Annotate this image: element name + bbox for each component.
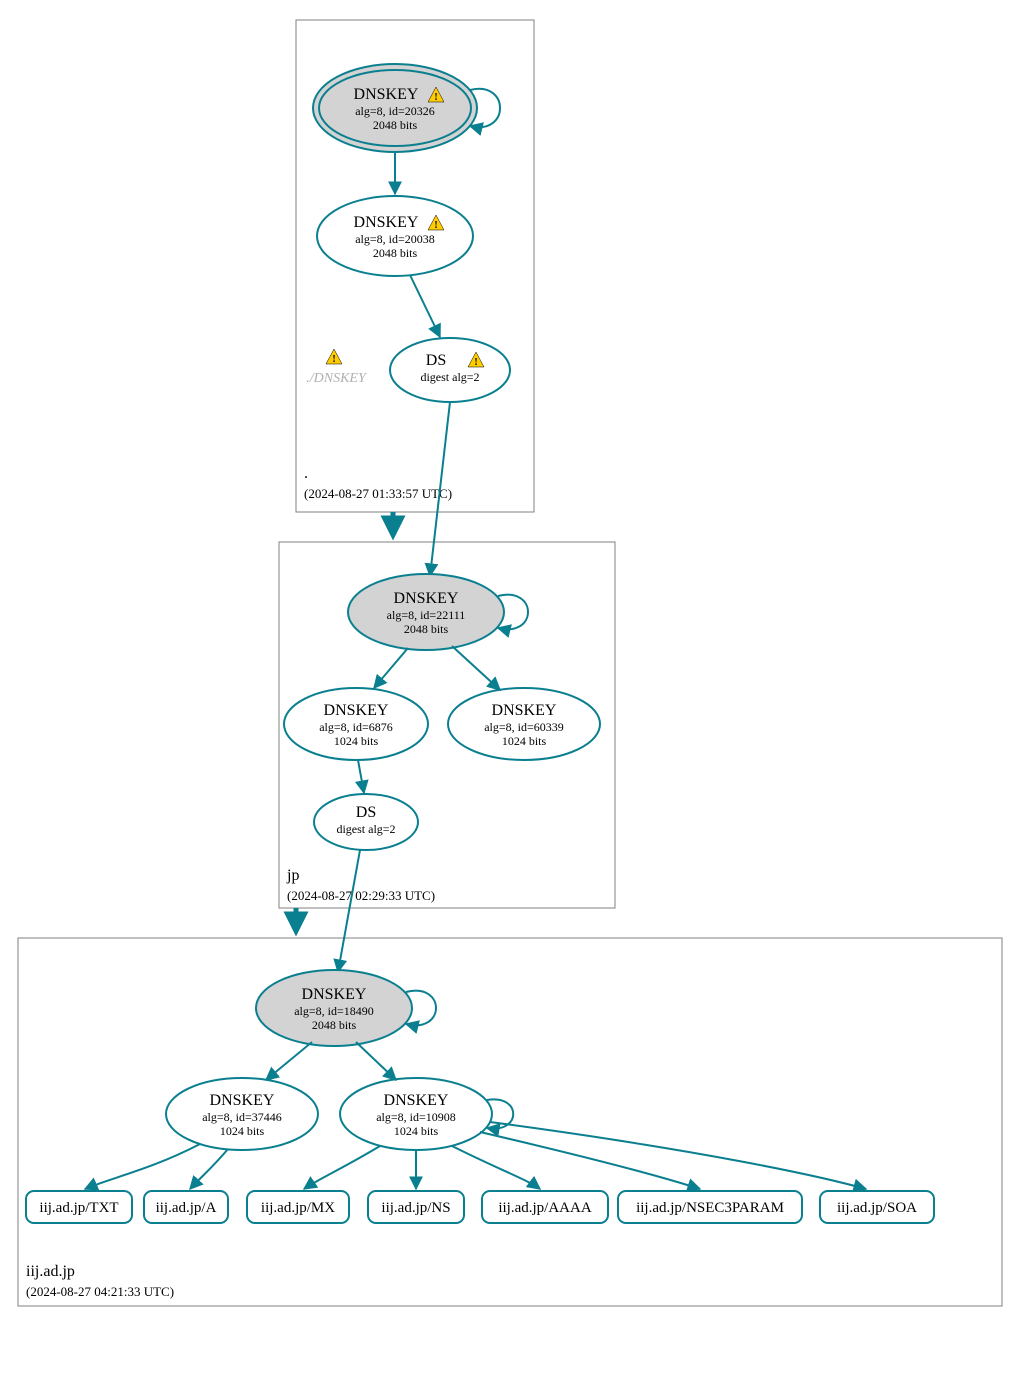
edge-to-txt [85, 1144, 200, 1189]
edge-to-mx [304, 1146, 380, 1189]
rr-leaf: iij.ad.jp/A [144, 1191, 228, 1223]
svg-text:1024 bits: 1024 bits [502, 734, 547, 748]
rr-leaf: iij.ad.jp/AAAA [482, 1191, 608, 1223]
zone-root-timestamp: (2024-08-27 01:33:57 UTC) [304, 486, 452, 501]
svg-text:DNSKEY: DNSKEY [210, 1092, 275, 1109]
zone-root: . (2024-08-27 01:33:57 UTC) DNSKEY alg=8… [296, 20, 534, 512]
rr-leaf: iij.ad.jp/TXT [26, 1191, 132, 1223]
svg-text:iij.ad.jp/SOA: iij.ad.jp/SOA [837, 1200, 917, 1216]
node-jp-ds: DS digest alg=2 [314, 794, 418, 850]
edge-iij-ksk-to-zsk2 [356, 1042, 396, 1080]
svg-text:2048 bits: 2048 bits [373, 246, 418, 260]
node-jp-zsk2: DNSKEY alg=8, id=60339 1024 bits [448, 688, 600, 760]
zone-iij: iij.ad.jp (2024-08-27 04:21:33 UTC) DNSK… [18, 850, 1002, 1306]
edge-to-nsec3param [480, 1132, 700, 1189]
node-jp-zsk1: DNSKEY alg=8, id=6876 1024 bits [284, 688, 428, 760]
rr-leaf: iij.ad.jp/NSEC3PARAM [618, 1191, 802, 1223]
edge-to-a [190, 1149, 228, 1189]
svg-text:DNSKEY: DNSKEY [324, 702, 389, 719]
zone-root-label: . [304, 465, 308, 482]
svg-text:./DNSKEY: ./DNSKEY [306, 371, 368, 386]
svg-text:1024 bits: 1024 bits [394, 1124, 439, 1138]
svg-text:1024 bits: 1024 bits [220, 1124, 265, 1138]
svg-text:digest alg=2: digest alg=2 [336, 822, 395, 836]
svg-text:DNSKEY: DNSKEY [354, 86, 419, 103]
svg-text:iij.ad.jp/AAAA: iij.ad.jp/AAAA [498, 1200, 591, 1216]
edge-jp-zsk1-to-ds [358, 760, 364, 793]
warning-icon [326, 349, 342, 365]
svg-text:iij.ad.jp/MX: iij.ad.jp/MX [261, 1200, 335, 1216]
svg-text:DNSKEY: DNSKEY [492, 702, 557, 719]
node-jp-ksk: DNSKEY alg=8, id=22111 2048 bits [348, 574, 504, 650]
svg-text:DNSKEY: DNSKEY [384, 1092, 449, 1109]
node-iij-ksk: DNSKEY alg=8, id=18490 2048 bits [256, 970, 412, 1046]
node-root-ksk: DNSKEY alg=8, id=20326 2048 bits [313, 64, 477, 152]
edge-jp-ds-to-iij-ksk [338, 850, 360, 972]
edge-to-aaaa [452, 1146, 540, 1189]
edge-iij-ksk-to-zsk1 [266, 1042, 312, 1080]
node-iij-zsk2: DNSKEY alg=8, id=10908 1024 bits [340, 1078, 492, 1150]
rr-leaf: iij.ad.jp/MX [247, 1191, 349, 1223]
zone-iij-timestamp: (2024-08-27 04:21:33 UTC) [26, 1284, 174, 1299]
edge-jp-ksk-to-zsk2 [452, 646, 500, 690]
zone-iij-label: iij.ad.jp [26, 1263, 75, 1280]
svg-text:2048 bits: 2048 bits [373, 118, 418, 132]
svg-text:alg=8, id=60339: alg=8, id=60339 [484, 720, 564, 734]
rr-leaf: iij.ad.jp/SOA [820, 1191, 934, 1223]
svg-text:iij.ad.jp/NS: iij.ad.jp/NS [381, 1200, 450, 1216]
svg-text:alg=8, id=20326: alg=8, id=20326 [355, 104, 435, 118]
svg-text:alg=8, id=18490: alg=8, id=18490 [294, 1004, 374, 1018]
svg-text:alg=8, id=6876: alg=8, id=6876 [319, 720, 393, 734]
dnssec-graph: ! . (2024-08-27 01:33:57 UTC) DNSKEY alg… [0, 0, 1020, 1378]
node-iij-zsk1: DNSKEY alg=8, id=37446 1024 bits [166, 1078, 318, 1150]
svg-text:iij.ad.jp/TXT: iij.ad.jp/TXT [39, 1200, 118, 1216]
zone-jp: jp (2024-08-27 02:29:33 UTC) DNSKEY alg=… [279, 402, 615, 908]
edge-jp-ksk-to-zsk1 [374, 648, 408, 688]
svg-text:alg=8, id=22111: alg=8, id=22111 [387, 608, 466, 622]
svg-text:iij.ad.jp/NSEC3PARAM: iij.ad.jp/NSEC3PARAM [636, 1200, 784, 1216]
node-root-ds: DS digest alg=2 [390, 338, 510, 402]
svg-text:1024 bits: 1024 bits [334, 734, 379, 748]
svg-text:DNSKEY: DNSKEY [354, 214, 419, 231]
svg-text:DNSKEY: DNSKEY [302, 986, 367, 1003]
zone-jp-timestamp: (2024-08-27 02:29:33 UTC) [287, 888, 435, 903]
svg-text:alg=8, id=37446: alg=8, id=37446 [202, 1110, 282, 1124]
svg-text:digest alg=2: digest alg=2 [420, 370, 479, 384]
svg-text:DNSKEY: DNSKEY [394, 590, 459, 607]
edge-root-zsk-to-ds [410, 275, 440, 337]
svg-text:2048 bits: 2048 bits [404, 622, 449, 636]
node-root-placeholder: ./DNSKEY [306, 349, 368, 386]
svg-text:iij.ad.jp/A: iij.ad.jp/A [156, 1200, 217, 1216]
svg-text:2048 bits: 2048 bits [312, 1018, 357, 1032]
zone-jp-label: jp [286, 867, 299, 884]
svg-text:alg=8, id=20038: alg=8, id=20038 [355, 232, 435, 246]
edge-to-soa [490, 1122, 866, 1189]
rr-leaf: iij.ad.jp/NS [368, 1191, 464, 1223]
svg-text:DS: DS [426, 352, 446, 369]
svg-text:DS: DS [356, 804, 376, 821]
node-root-zsk: DNSKEY alg=8, id=20038 2048 bits [317, 196, 473, 276]
svg-text:alg=8, id=10908: alg=8, id=10908 [376, 1110, 456, 1124]
